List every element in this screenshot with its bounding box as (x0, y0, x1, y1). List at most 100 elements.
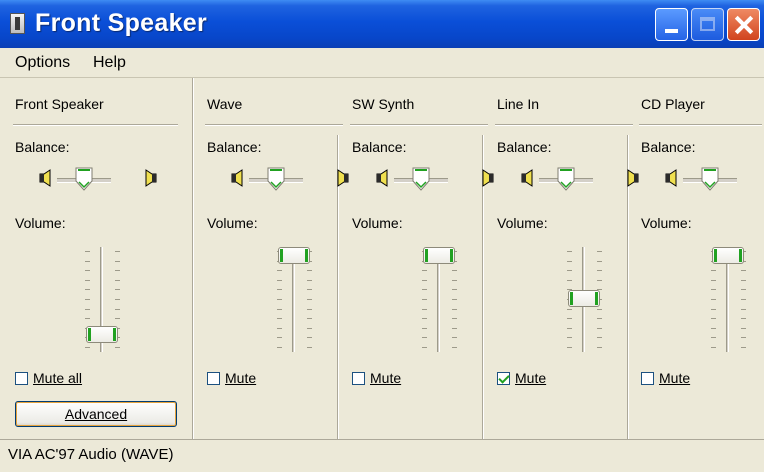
volume-tick (307, 289, 312, 291)
volume-slider[interactable] (77, 247, 127, 357)
volume-tick (307, 299, 312, 300)
mute-all-checkbox[interactable]: Mute all (15, 370, 82, 386)
volume-tick (567, 270, 572, 272)
volume-thumb[interactable] (568, 290, 600, 307)
volume-tick (711, 308, 716, 310)
status-bar: VIA AC'97 Audio (WAVE) (0, 439, 764, 472)
volume-tick (277, 337, 282, 339)
volume-tick (115, 299, 120, 300)
mute-label: Mute (370, 370, 402, 386)
volume-thumb[interactable] (712, 247, 744, 264)
volume-tick (277, 289, 282, 291)
column-divider (350, 124, 488, 126)
volume-tick (422, 347, 427, 348)
balance-slider[interactable] (23, 162, 163, 196)
volume-tick (567, 308, 572, 310)
volume-tick (85, 289, 90, 291)
volume-tick (597, 318, 602, 320)
volume-tick (277, 299, 282, 300)
volume-tick (711, 289, 716, 291)
balance-thumb[interactable] (75, 167, 93, 191)
title-bar[interactable]: Front Speaker (0, 0, 764, 48)
speaker-left-icon (231, 169, 245, 187)
minimize-button[interactable] (655, 8, 688, 41)
volume-tick (567, 318, 572, 320)
column-divider (13, 124, 178, 126)
volume-tick (115, 308, 120, 310)
balance-thumb[interactable] (267, 167, 285, 191)
volume-slider[interactable] (703, 247, 753, 357)
checkbox-box[interactable] (352, 371, 365, 385)
volume-tick (277, 279, 282, 281)
volume-tick (597, 251, 602, 252)
volume-tick (567, 337, 572, 339)
volume-thumb[interactable] (423, 247, 455, 264)
close-button[interactable] (727, 8, 760, 41)
volume-tick (85, 279, 90, 281)
column-title: Wave (207, 96, 243, 112)
menu-options[interactable]: Options (15, 54, 70, 72)
volume-tick (422, 279, 427, 281)
volume-label: Volume: (641, 215, 692, 231)
volume-tick (452, 308, 457, 310)
volume-tick (452, 299, 457, 300)
app-icon[interactable] (10, 13, 25, 34)
volume-slider[interactable] (559, 247, 609, 357)
menu-help[interactable]: Help (93, 54, 126, 72)
volume-tick (567, 279, 572, 281)
balance-thumb[interactable] (701, 167, 719, 191)
speaker-left-icon (376, 169, 390, 187)
volume-tick (711, 327, 716, 329)
checkbox-box[interactable] (641, 371, 654, 385)
volume-thumb[interactable] (278, 247, 310, 264)
advanced-button[interactable]: Advanced (15, 401, 177, 427)
balance-slider[interactable] (215, 162, 355, 196)
volume-tick (452, 327, 457, 329)
speaker-left-icon (665, 169, 679, 187)
volume-label: Volume: (207, 215, 258, 231)
volume-tick (115, 347, 120, 348)
volume-tick (597, 308, 602, 310)
checkbox-box[interactable] (15, 371, 28, 385)
mute-checkbox[interactable]: Mute (207, 370, 256, 386)
checkbox-box[interactable] (207, 371, 220, 385)
volume-tick (597, 270, 602, 272)
volume-tick (711, 299, 716, 300)
column-title: Line In (497, 96, 540, 112)
window-title: Front Speaker (35, 9, 208, 37)
balance-slider[interactable] (649, 162, 764, 196)
volume-tick (452, 347, 457, 348)
volume-tick (741, 279, 746, 281)
volume-tick (741, 289, 746, 291)
volume-tick (277, 318, 282, 320)
balance-slider[interactable] (505, 162, 645, 196)
speaker-left-icon (521, 169, 535, 187)
volume-tick (307, 318, 312, 320)
balance-slider[interactable] (360, 162, 500, 196)
volume-slider[interactable] (414, 247, 464, 357)
checkbox-box[interactable] (497, 371, 510, 385)
volume-tick (741, 318, 746, 320)
mute-checkbox[interactable]: Mute (497, 370, 546, 386)
volume-tick (422, 318, 427, 320)
status-text: VIA AC'97 Audio (WAVE) (8, 446, 174, 463)
volume-slider[interactable] (269, 247, 319, 357)
volume-tick (741, 308, 746, 310)
column-title: CD Player (641, 96, 705, 112)
mute-label: Mute all (33, 370, 83, 386)
volume-tick (115, 289, 120, 291)
column-title: Front Speaker (15, 96, 104, 112)
volume-tick (452, 289, 457, 291)
balance-thumb[interactable] (412, 167, 430, 191)
volume-thumb[interactable] (86, 326, 118, 343)
volume-tick (85, 318, 90, 320)
maximize-button[interactable] (691, 8, 724, 41)
volume-tick (741, 270, 746, 272)
balance-thumb[interactable] (557, 167, 575, 191)
volume-tick (277, 270, 282, 272)
mute-checkbox[interactable]: Mute (641, 370, 690, 386)
volume-tick (277, 347, 282, 348)
column-divider (495, 124, 633, 126)
mute-checkbox[interactable]: Mute (352, 370, 401, 386)
volume-tick (711, 347, 716, 348)
